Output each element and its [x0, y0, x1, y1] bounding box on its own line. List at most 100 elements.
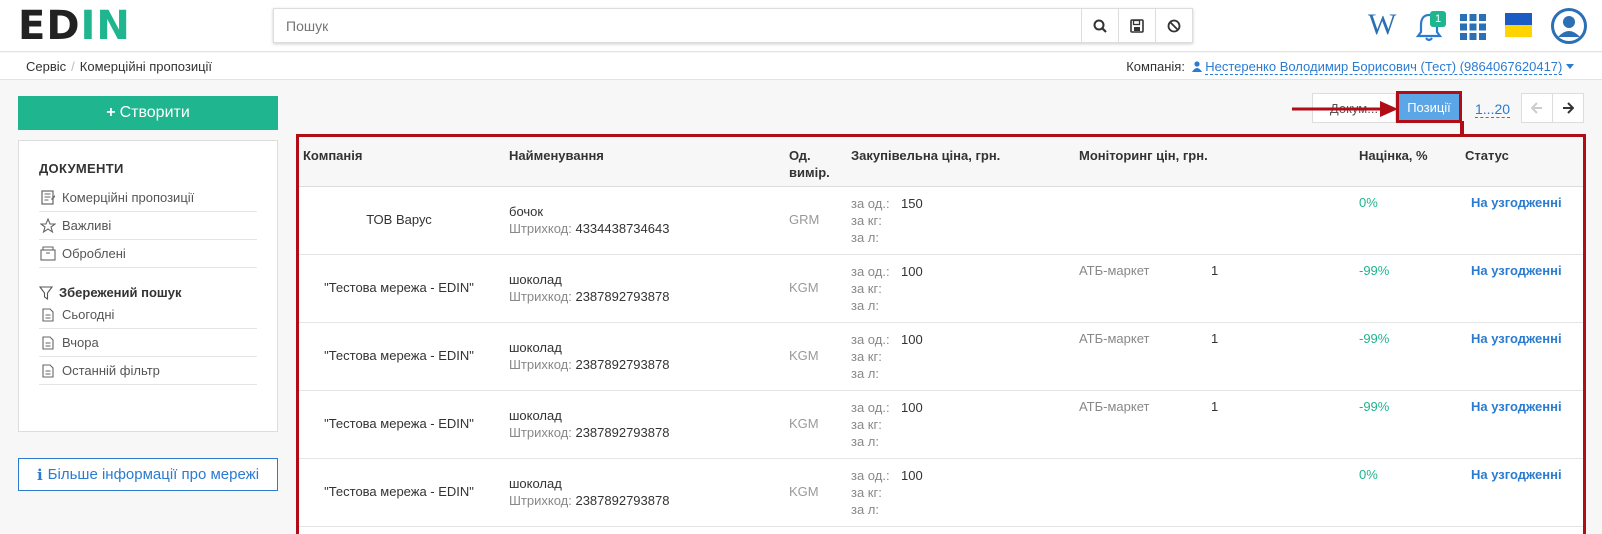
- cell-name: шоколад Штрихкод: 2387892793878: [509, 271, 669, 305]
- product-name: бочок: [509, 204, 544, 219]
- barcode-value: 2387892793878: [575, 493, 670, 508]
- search-bar: [273, 8, 1193, 43]
- cell-monitoring-value: 1: [1211, 399, 1219, 414]
- saved-search-yesterday[interactable]: Вчора: [39, 329, 257, 357]
- cell-price: за од.: за кг: за л: 100: [851, 399, 923, 450]
- barcode-label: Штрихкод:: [509, 493, 572, 508]
- cell-markup: -99%: [1359, 263, 1390, 278]
- price-value: 100: [901, 264, 923, 279]
- apps-grid-icon[interactable]: [1460, 14, 1486, 40]
- col-header-name[interactable]: Найменування: [509, 147, 604, 164]
- price-per-unit-label: за од.:: [851, 468, 890, 483]
- price-value: 100: [901, 400, 923, 415]
- barcode-label: Штрихкод:: [509, 357, 572, 372]
- status-link[interactable]: На узгодженні: [1471, 195, 1562, 210]
- breadcrumb-item-service[interactable]: Сервіс: [26, 59, 66, 74]
- price-per-kg-label: за кг:: [851, 417, 882, 432]
- create-button[interactable]: + Створити: [18, 96, 278, 130]
- barcode-value: 4334438734643: [575, 221, 670, 236]
- status-link[interactable]: На узгодженні: [1471, 467, 1562, 482]
- cell-monitoring-shop: АТБ-маркет: [1079, 263, 1150, 278]
- file-icon: [42, 335, 54, 350]
- top-bar: EDIN W 1: [0, 0, 1602, 52]
- product-barcode: Штрихкод: 2387892793878: [509, 356, 669, 373]
- saved-search-today[interactable]: Сьогодні: [39, 301, 257, 329]
- cell-price: за од.: за кг: за л: 100: [851, 331, 923, 382]
- cell-price: за од.: за кг: за л: 100: [851, 467, 923, 518]
- cell-company: "Тестова мережа - EDIN": [324, 484, 474, 499]
- status-link[interactable]: На узгодженні: [1471, 331, 1562, 346]
- arrow-right-icon: [1563, 102, 1574, 114]
- next-page-button[interactable]: [1552, 93, 1584, 123]
- price-per-l-label: за л:: [851, 298, 879, 313]
- product-barcode: Штрихкод: 2387892793878: [509, 424, 669, 441]
- price-value: 100: [901, 468, 923, 483]
- product-name: шоколад: [509, 408, 562, 423]
- table-row[interactable]: "Тестова мережа - EDIN" шоколад Штрихкод: …: [299, 255, 1583, 323]
- barcode-value: 2387892793878: [575, 357, 670, 372]
- cell-name: шоколад Штрихкод: 2387892793878: [509, 407, 669, 441]
- sidebar-item-label: Комерційні пропозиції: [62, 190, 195, 205]
- saved-search-title: Збережений пошук: [39, 285, 182, 300]
- price-value: 100: [901, 332, 923, 347]
- price-per-l-label: за л:: [851, 230, 879, 245]
- table-row[interactable]: "Тестова мережа - EDIN" шоколад Штрихкод: …: [299, 391, 1583, 459]
- ukraine-flag-icon[interactable]: [1505, 13, 1532, 37]
- price-per-unit-label: за од.:: [851, 196, 890, 211]
- file-icon: [42, 307, 54, 322]
- col-header-unit-line2: вимір.: [789, 165, 830, 180]
- sidebar-item-important[interactable]: Важливі: [39, 212, 257, 240]
- col-header-company[interactable]: Компанія: [303, 147, 362, 164]
- cell-monitoring-value: 1: [1211, 263, 1219, 278]
- col-header-markup[interactable]: Націнка, %: [1359, 147, 1428, 164]
- saved-search-last-filter[interactable]: Останній фільтр: [39, 357, 257, 385]
- arrow-left-icon: [1531, 102, 1542, 114]
- cell-monitoring-shop: АТБ-маркет: [1079, 399, 1150, 414]
- sidebar-item-processed[interactable]: Оброблені: [39, 240, 257, 268]
- plus-icon: +: [106, 104, 116, 121]
- col-header-price[interactable]: Закупівельна ціна, грн.: [851, 147, 1000, 164]
- cell-unit: KGM: [789, 416, 819, 431]
- table-row[interactable]: "Тестова мережа - EDIN" шоколад Штрихкод: …: [299, 323, 1583, 391]
- price-per-l-label: за л:: [851, 502, 879, 517]
- tab-positions[interactable]: Позиції: [1396, 91, 1462, 123]
- table-row[interactable]: "Тестова мережа - EDIN" шоколад Штрихкод: …: [299, 459, 1583, 527]
- filter-icon: [39, 285, 53, 300]
- price-per-kg-label: за кг:: [851, 281, 882, 296]
- cell-name: шоколад Штрихкод: 2387892793878: [509, 475, 669, 509]
- breadcrumb-item-offers: Комерційні пропозиції: [79, 59, 213, 74]
- save-icon: [1130, 18, 1144, 33]
- price-per-unit-label: за од.:: [851, 400, 890, 415]
- price-per-l-label: за л:: [851, 366, 879, 381]
- cell-unit: KGM: [789, 348, 819, 363]
- caret-down-icon[interactable]: [1566, 64, 1574, 70]
- product-barcode: Штрихкод: 4334438734643: [509, 220, 669, 237]
- pagination-range[interactable]: 1...20: [1475, 101, 1511, 118]
- company-label: Компанія:: [1126, 59, 1185, 74]
- clear-search-button[interactable]: [1155, 9, 1192, 42]
- notification-badge: 1: [1430, 11, 1446, 27]
- col-header-status[interactable]: Статус: [1465, 147, 1509, 164]
- wiki-icon[interactable]: W: [1368, 8, 1396, 42]
- network-info-button[interactable]: i Більше інформації про мережі: [18, 458, 278, 491]
- save-search-button[interactable]: [1118, 9, 1155, 42]
- prev-page-button[interactable]: [1521, 93, 1553, 123]
- table-row[interactable]: ТОВ Варус бочок Штрихкод: 4334438734643 GRM…: [299, 187, 1583, 255]
- product-name: шоколад: [509, 272, 562, 287]
- search-button[interactable]: [1081, 9, 1118, 42]
- user-avatar-icon[interactable]: [1551, 8, 1587, 44]
- status-link[interactable]: На узгодженні: [1471, 263, 1562, 278]
- star-icon: [40, 218, 56, 233]
- sidebar-item-label: Останній фільтр: [62, 363, 160, 378]
- col-header-unit-line1: Од.: [789, 148, 811, 163]
- col-header-unit[interactable]: Од. вимір.: [789, 147, 830, 181]
- status-link[interactable]: На узгодженні: [1471, 399, 1562, 414]
- breadcrumb: Сервіс / Комерційні пропозиції: [26, 59, 212, 74]
- col-header-monitoring[interactable]: Моніторинг цін, грн.: [1079, 147, 1208, 164]
- company-value[interactable]: Нестеренко Володимир Борисович (Тест) (9…: [1205, 59, 1563, 75]
- edin-logo[interactable]: ED IN: [18, 3, 131, 49]
- sidebar-item-offers[interactable]: Комерційні пропозиції: [39, 184, 257, 212]
- product-name: шоколад: [509, 476, 562, 491]
- product-barcode: Штрихкод: 2387892793878: [509, 288, 669, 305]
- search-input[interactable]: [274, 9, 1081, 42]
